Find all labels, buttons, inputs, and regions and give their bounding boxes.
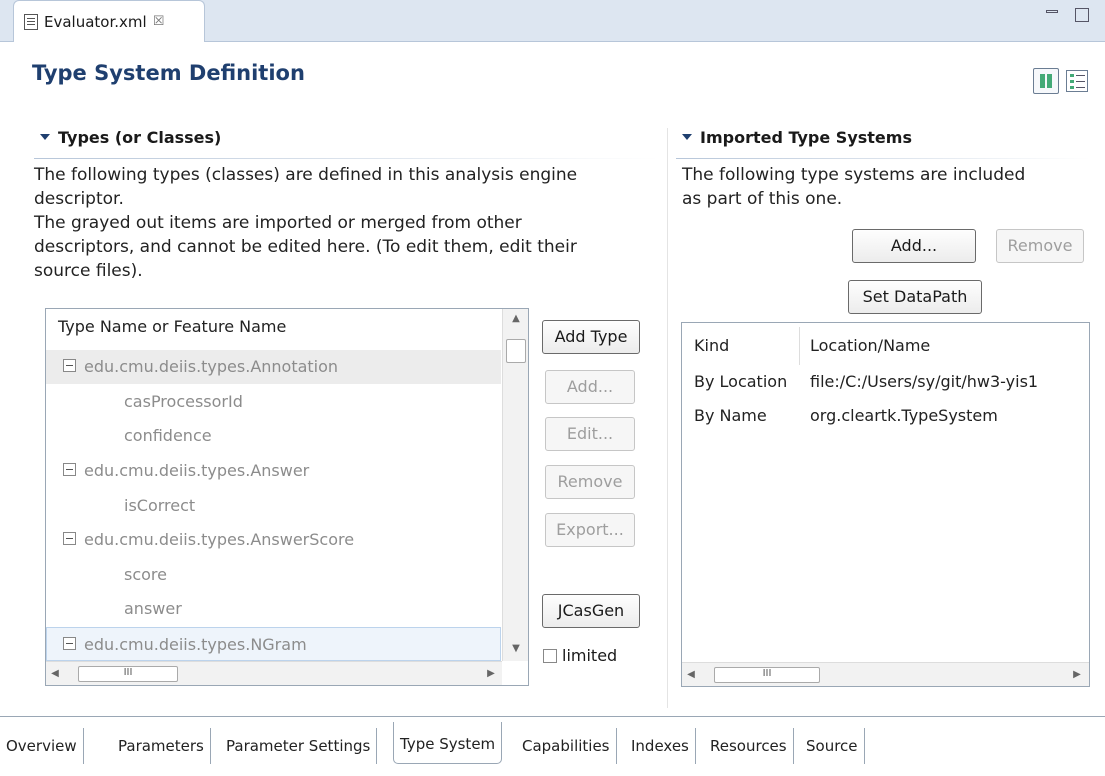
types-section-header[interactable]: Types (or Classes): [40, 128, 221, 147]
tab-type-system[interactable]: Type System: [393, 722, 503, 764]
column-header-location: Location/Name: [810, 336, 931, 355]
limited-label: limited: [562, 646, 618, 665]
tab-parameter-settings[interactable]: Parameter Settings: [220, 728, 378, 764]
scroll-left-icon[interactable]: ◀: [50, 668, 60, 679]
imports-table[interactable]: Kind Location/Name By Location file:/C:/…: [681, 322, 1090, 687]
table-cell-kind[interactable]: By Name: [694, 406, 767, 425]
types-desc-line: The following types (classes) are define…: [34, 165, 578, 185]
tree-row-type-selected[interactable]: edu.cmu.deiis.types.NGram: [46, 627, 501, 661]
imports-section-title: Imported Type Systems: [700, 128, 912, 147]
single-column-layout-icon[interactable]: [1066, 70, 1088, 92]
scroll-up-icon[interactable]: ▲: [503, 313, 528, 324]
imports-section-header[interactable]: Imported Type Systems: [682, 128, 912, 147]
types-section-title: Types (or Classes): [58, 128, 222, 147]
editor-tab-evaluator[interactable]: Evaluator.xml ☒: [13, 0, 205, 42]
xml-file-icon: [24, 13, 38, 30]
types-desc-line: descriptor.: [34, 189, 124, 209]
add-import-button[interactable]: Add...: [852, 229, 976, 263]
scroll-thumb[interactable]: III: [714, 667, 820, 683]
tree-row-feature[interactable]: score: [46, 558, 501, 592]
edit-button[interactable]: Edit...: [545, 417, 635, 451]
tree-row-type[interactable]: edu.cmu.deiis.types.Answer: [46, 454, 501, 488]
imports-section-divider: [676, 158, 1091, 159]
types-description: The following types (classes) are define…: [34, 163, 664, 283]
set-datapath-button[interactable]: Set DataPath: [848, 280, 982, 314]
scroll-right-icon[interactable]: ▶: [486, 668, 496, 679]
collapse-triangle-icon: [682, 133, 692, 140]
scroll-left-icon[interactable]: ◀: [686, 669, 696, 680]
remove-import-button[interactable]: Remove: [996, 229, 1084, 263]
collapse-node-icon[interactable]: [63, 532, 76, 545]
two-column-layout-icon[interactable]: [1033, 68, 1059, 94]
imports-desc-line: The following type systems are included: [682, 165, 1026, 185]
minimize-icon[interactable]: [1046, 8, 1060, 22]
tree-row-label: edu.cmu.deiis.types.AnswerScore: [84, 530, 355, 549]
types-desc-line: source files).: [34, 261, 143, 281]
tree-row-type[interactable]: edu.cmu.deiis.types.AnswerScore: [46, 523, 501, 557]
table-cell-location[interactable]: file:/C:/Users/sy/git/hw3-yis1: [810, 372, 1089, 391]
column-separator: [799, 327, 800, 365]
tree-row-type[interactable]: edu.cmu.deiis.types.Annotation: [46, 350, 501, 384]
jcasgen-button[interactable]: JCasGen: [542, 594, 640, 628]
column-header-kind: Kind: [694, 336, 730, 355]
scroll-thumb[interactable]: III: [78, 666, 178, 682]
tree-column-header: Type Name or Feature Name: [58, 317, 287, 336]
collapse-node-icon[interactable]: [63, 463, 76, 476]
tree-row-label: answer: [124, 599, 182, 618]
tab-indexes[interactable]: Indexes: [625, 728, 696, 764]
tab-source[interactable]: Source: [800, 728, 865, 764]
close-icon[interactable]: ☒: [153, 14, 165, 29]
types-tree[interactable]: Type Name or Feature Name edu.cmu.deiis.…: [45, 308, 529, 686]
tree-row-label: edu.cmu.deiis.types.Annotation: [84, 357, 339, 376]
collapse-node-icon[interactable]: [63, 359, 76, 372]
export-button[interactable]: Export...: [545, 513, 635, 547]
tree-row-feature[interactable]: answer: [46, 592, 501, 626]
tab-overview[interactable]: Overview: [0, 728, 84, 764]
section-separator: [667, 128, 668, 708]
imports-desc-line: as part of this one.: [682, 189, 843, 209]
tree-horizontal-scrollbar[interactable]: ◀ III ▶: [46, 661, 502, 685]
editor-tab-label: Evaluator.xml: [44, 12, 147, 31]
tree-vertical-scrollbar[interactable]: ▲ ▼: [502, 309, 528, 661]
tree-row-label: edu.cmu.deiis.types.Answer: [84, 461, 310, 480]
imports-description: The following type systems are included …: [682, 163, 1092, 211]
tree-row-label: isCorrect: [124, 496, 196, 515]
add-feature-button[interactable]: Add...: [545, 370, 635, 404]
limited-checkbox[interactable]: [543, 648, 557, 663]
scroll-thumb[interactable]: [506, 339, 526, 363]
tab-capabilities[interactable]: Capabilities: [516, 728, 617, 764]
remove-type-button[interactable]: Remove: [545, 465, 635, 499]
tree-row-label: edu.cmu.deiis.types.NGram: [84, 635, 307, 654]
table-cell-kind[interactable]: By Location: [694, 372, 787, 391]
tree-row-label: score: [124, 565, 167, 584]
maximize-icon[interactable]: [1075, 8, 1089, 22]
bottom-tabs-border: [0, 716, 1105, 717]
tab-resources[interactable]: Resources: [704, 728, 794, 764]
page-title: Type System Definition: [32, 61, 305, 85]
add-type-button[interactable]: Add Type: [542, 320, 640, 354]
limited-option[interactable]: limited: [543, 646, 617, 665]
table-cell-location[interactable]: org.cleartk.TypeSystem: [810, 406, 998, 425]
types-desc-line: descriptors, and cannot be edited here. …: [34, 237, 577, 257]
tree-row-label: confidence: [124, 426, 212, 445]
tree-row-feature[interactable]: confidence: [46, 419, 501, 453]
types-desc-line: The grayed out items are imported or mer…: [34, 213, 522, 233]
tree-row-feature[interactable]: isCorrect: [46, 489, 501, 523]
scroll-right-icon[interactable]: ▶: [1072, 669, 1082, 680]
collapse-triangle-icon: [40, 133, 50, 140]
collapse-node-icon[interactable]: [63, 637, 76, 650]
tree-row-feature[interactable]: casProcessorId: [46, 385, 501, 419]
tree-row-label: casProcessorId: [124, 392, 243, 411]
tab-parameters[interactable]: Parameters: [112, 728, 211, 764]
imports-horizontal-scrollbar[interactable]: ◀ III ▶: [682, 662, 1089, 686]
types-section-divider: [34, 158, 659, 159]
scroll-down-icon[interactable]: ▼: [503, 643, 528, 654]
